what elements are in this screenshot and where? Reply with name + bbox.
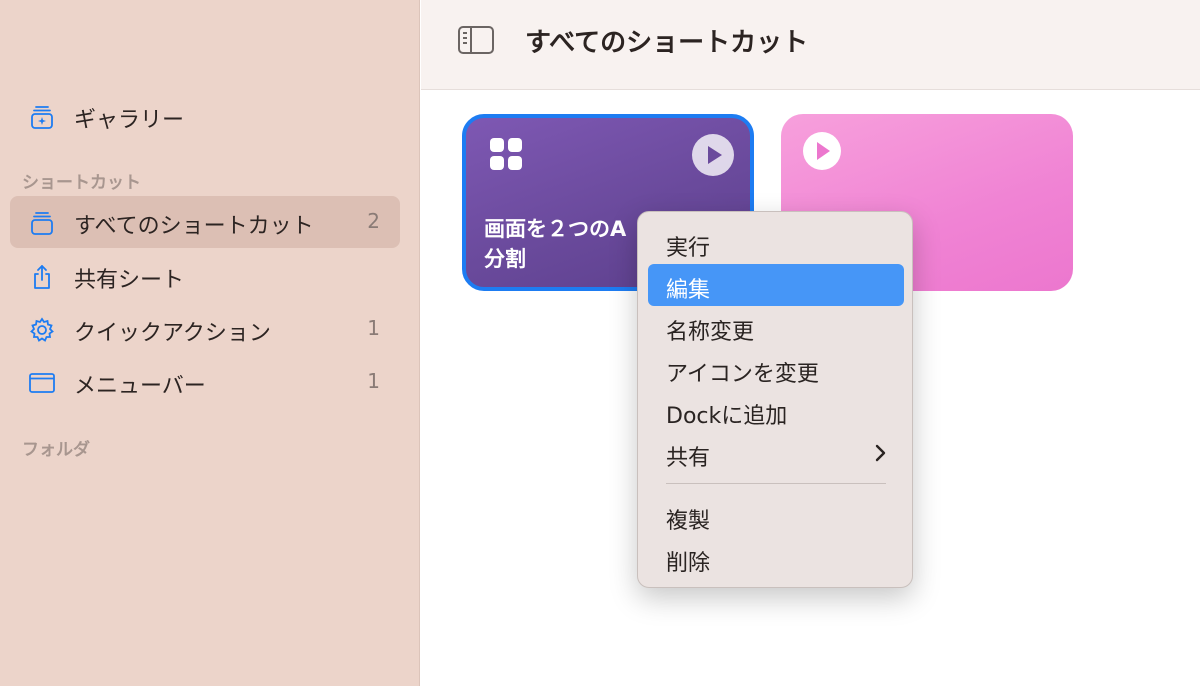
stack-icon (28, 209, 56, 237)
menu-item-label: 実行 (666, 236, 711, 261)
item-count: 1 (367, 316, 380, 340)
menu-item-label: 複製 (666, 509, 711, 534)
play-icon[interactable] (803, 132, 841, 170)
main-header: すべてのショートカット (421, 0, 1200, 90)
menu-item-label: 削除 (666, 551, 711, 576)
sidebar-item-all-shortcuts[interactable]: すべてのショートカット 2 (10, 196, 400, 248)
menu-item-label: アイコンを変更 (666, 362, 819, 387)
sidebar-item-gallery[interactable]: ギャラリー (10, 90, 400, 142)
sidebar-toggle-icon[interactable] (457, 24, 495, 56)
sidebar-item-share-sheet[interactable]: 共有シート (10, 250, 400, 302)
section-heading-folders: フォルダ (22, 440, 90, 460)
menu-item-label: 名称変更 (666, 320, 755, 345)
item-count: 1 (367, 369, 380, 393)
chevron-right-icon (874, 443, 888, 463)
menu-item-run[interactable]: 実行 (648, 222, 904, 264)
section-heading-shortcuts: ショートカット (22, 173, 141, 193)
gear-icon (28, 316, 56, 344)
sidebar-item-label: クイックアクション (74, 321, 271, 346)
sidebar-item-label: ギャラリー (74, 108, 185, 133)
item-count: 2 (367, 209, 380, 233)
menu-divider (666, 483, 886, 484)
menu-item-duplicate[interactable]: 複製 (648, 495, 904, 537)
menu-item-label: 共有 (666, 446, 711, 471)
menu-item-edit[interactable]: 編集 (648, 264, 904, 306)
menu-item-change-icon[interactable]: アイコンを変更 (648, 348, 904, 390)
sidebar-item-label: 共有シート (74, 268, 185, 293)
play-icon[interactable] (692, 134, 734, 176)
gallery-icon (28, 103, 56, 131)
menu-item-label: 編集 (666, 278, 711, 303)
menu-item-add-to-dock[interactable]: Dockに追加 (648, 390, 904, 432)
sidebar: ギャラリー ショートカット すべてのショートカット 2 共有シート クイックアク… (0, 0, 420, 686)
context-menu: 実行 編集 名称変更 アイコンを変更 Dockに追加 共有 複製 削除 (637, 211, 913, 588)
menu-item-delete[interactable]: 削除 (648, 537, 904, 579)
grid-icon (488, 136, 524, 172)
sidebar-item-label: メニューバー (74, 374, 206, 399)
menu-item-rename[interactable]: 名称変更 (648, 306, 904, 348)
menu-item-label: Dockに追加 (666, 404, 788, 429)
window-icon (28, 369, 56, 397)
menu-item-share[interactable]: 共有 (648, 432, 904, 474)
share-icon (28, 263, 56, 291)
sidebar-item-menu-bar[interactable]: メニューバー 1 (10, 356, 400, 408)
sidebar-item-label: すべてのショートカット (74, 214, 314, 239)
sidebar-item-quick-actions[interactable]: クイックアクション 1 (10, 303, 400, 355)
page-title: すべてのショートカット (525, 28, 809, 58)
